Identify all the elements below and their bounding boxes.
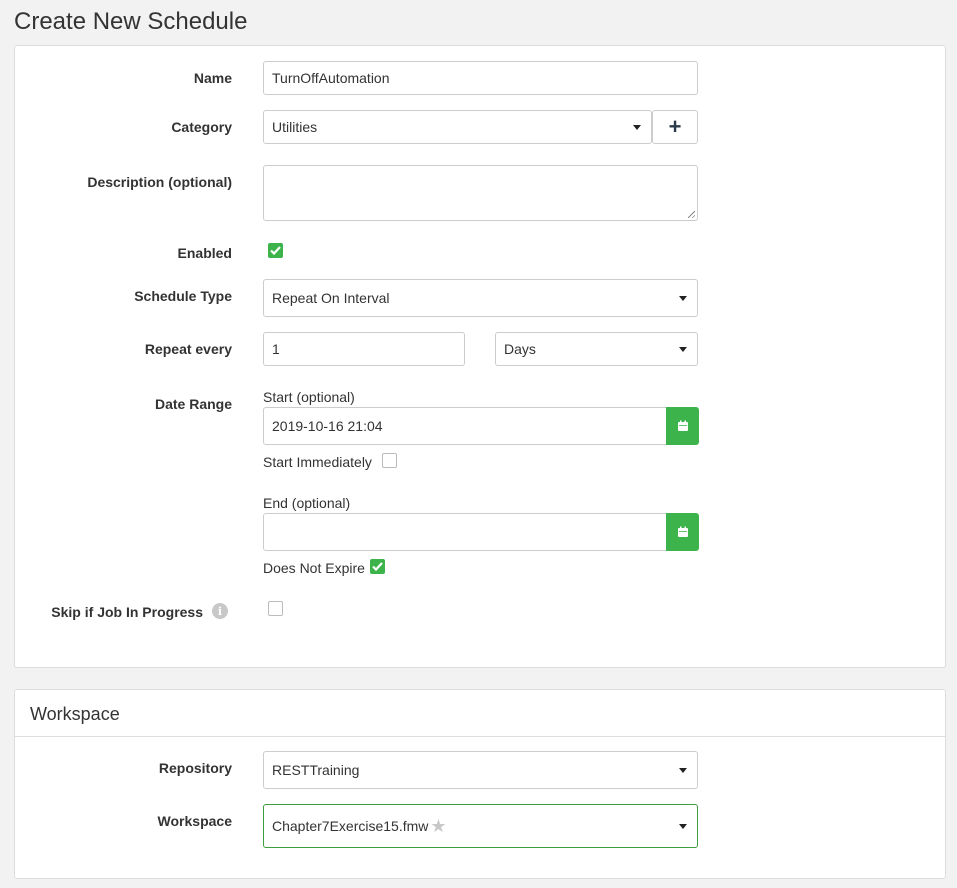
chevron-down-icon (679, 768, 687, 773)
start-immediately-label: Start Immediately (263, 454, 372, 470)
repository-select[interactable]: RESTTraining (263, 751, 698, 789)
skip-checkbox[interactable] (268, 601, 283, 616)
date-range-label: Date Range (154, 396, 232, 412)
does-not-expire-checkbox[interactable] (370, 559, 385, 574)
workspace-label: Workspace (157, 813, 232, 829)
chevron-down-icon (679, 347, 687, 352)
start-date-value: 2019-10-16 21:04 (272, 418, 383, 434)
schedule-panel: Name TurnOffAutomation Category Utilitie… (14, 45, 946, 668)
end-label: End (optional) (263, 495, 351, 511)
schedule-type-label: Schedule Type (134, 288, 232, 304)
calendar-icon (677, 526, 688, 537)
repeat-every-label: Repeat every (144, 341, 232, 357)
repository-label: Repository (158, 760, 232, 776)
end-date-input[interactable] (263, 513, 667, 551)
start-date-input[interactable]: 2019-10-16 21:04 (263, 407, 667, 445)
star-icon[interactable]: ★ (430, 816, 446, 837)
repeat-unit-value: Days (504, 341, 536, 357)
info-icon[interactable]: i (212, 603, 228, 619)
workspace-panel: Workspace Repository RESTTraining Worksp… (14, 689, 946, 879)
resize-grip-icon[interactable] (688, 211, 695, 218)
end-date-picker-button[interactable] (666, 513, 699, 551)
enabled-checkbox[interactable] (268, 243, 283, 258)
start-label: Start (optional) (263, 389, 355, 405)
name-label: Name (193, 70, 232, 86)
description-textarea[interactable] (263, 165, 698, 221)
schedule-type-value: Repeat On Interval (272, 290, 390, 306)
does-not-expire-label: Does Not Expire (263, 560, 365, 576)
calendar-icon (677, 420, 688, 431)
repeat-unit-select[interactable]: Days (495, 332, 698, 366)
workspace-panel-heading: Workspace (15, 690, 945, 737)
plus-icon: + (668, 114, 682, 139)
page-title: Create New Schedule (14, 8, 248, 35)
category-select[interactable]: Utilities (263, 110, 652, 144)
chevron-down-icon (679, 296, 687, 301)
workspace-value: Chapter7Exercise15.fmw (272, 818, 429, 834)
checkmark-icon (372, 562, 383, 571)
description-label: Description (optional) (87, 174, 232, 190)
chevron-down-icon (679, 824, 687, 829)
start-date-picker-button[interactable] (666, 407, 699, 445)
start-immediately-checkbox[interactable] (382, 453, 397, 468)
category-label: Category (171, 119, 232, 135)
skip-label: Skip if Job In Progress (51, 604, 203, 620)
repeat-every-input[interactable]: 1 (263, 332, 465, 366)
workspace-select[interactable]: Chapter7Exercise15.fmw ★ (263, 804, 698, 848)
name-input[interactable]: TurnOffAutomation (263, 61, 698, 95)
add-category-button[interactable]: + (652, 110, 698, 144)
schedule-type-select[interactable]: Repeat On Interval (263, 279, 698, 317)
name-input-value: TurnOffAutomation (272, 70, 390, 86)
enabled-label: Enabled (177, 245, 232, 261)
checkmark-icon (270, 246, 281, 255)
chevron-down-icon (633, 125, 641, 130)
category-select-value: Utilities (272, 119, 318, 135)
repeat-every-value: 1 (272, 341, 280, 357)
repository-value: RESTTraining (272, 762, 360, 778)
